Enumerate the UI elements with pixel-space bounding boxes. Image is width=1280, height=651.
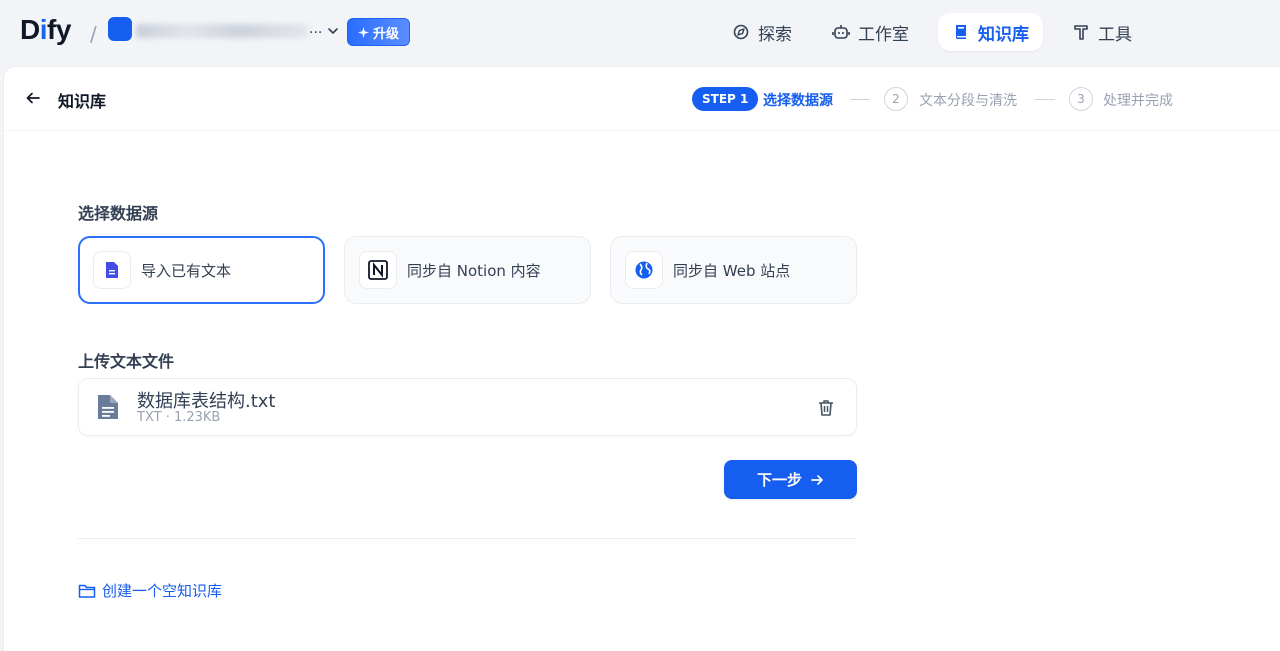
arrow-right-icon [811,474,823,485]
nav-studio[interactable]: 工作室 [818,13,923,51]
step-connector [850,99,870,100]
datasource-import-text[interactable]: 导入已有文本 [78,236,325,304]
datasource-web[interactable]: 同步自 Web 站点 [610,236,857,304]
step-3-number: 3 [1069,87,1093,111]
create-empty-knowledge-link[interactable]: 创建一个空知识库 [78,580,222,601]
upgrade-label: 升级 [373,26,400,42]
robot-icon [832,25,850,39]
nav-label: 工具 [1098,24,1132,45]
dify-logo[interactable]: Dify [20,14,71,46]
notion-icon [359,251,397,289]
page-title: 知识库 [58,92,107,111]
step-3-label: 处理并完成 [1103,93,1173,109]
uploaded-file-item[interactable]: 数据库表结构.txt TXT · 1.23KB [78,378,857,436]
trash-icon[interactable] [816,398,836,418]
page-header: 知识库 STEP 1 选择数据源 2 文本分段与清洗 3 处理并完成 [4,67,1280,131]
sparkle-icon [358,26,369,38]
step-connector [1035,99,1055,100]
upload-section-title: 上传文本文件 [78,352,175,371]
workspace-separator: / [90,22,97,46]
nav-explore[interactable]: 探索 [718,13,806,51]
create-empty-knowledge-label: 创建一个空知识库 [102,582,223,600]
document-icon [98,395,118,419]
workspace-name-ellipsis: ... [309,21,323,37]
datasource-notion[interactable]: 同步自 Notion 内容 [344,236,591,304]
next-step-label: 下一步 [756,471,802,489]
nav-label: 知识库 [978,24,1029,45]
upgrade-button[interactable]: 升级 [347,18,411,46]
hammer-icon [1074,25,1088,40]
step-2-label: 文本分段与清洗 [919,93,1017,109]
content-panel: 知识库 STEP 1 选择数据源 2 文本分段与清洗 3 处理并完成 选择数据源… [3,66,1280,651]
file-text-icon [93,251,131,289]
datasource-section-title: 选择数据源 [78,204,159,223]
top-navigation: Dify / ... 升级 探索 工作室 知识库 工具 [0,0,1280,66]
step-1-badge: STEP 1 [692,87,759,111]
nav-label: 探索 [758,24,792,45]
nav-tools[interactable]: 工具 [1058,13,1146,51]
file-meta: TXT · 1.23KB [137,410,221,425]
next-step-button[interactable]: 下一步 [724,460,857,499]
workspace-name-blurred[interactable] [136,24,308,38]
chevron-down-icon[interactable] [326,24,340,38]
step-2-number: 2 [884,87,908,111]
workspace-avatar[interactable] [108,17,132,41]
nav-label: 工作室 [858,24,909,45]
compass-icon [733,24,749,40]
datasource-label: 导入已有文本 [141,261,232,280]
datasource-label: 同步自 Notion 内容 [407,261,541,280]
back-arrow-icon[interactable] [24,89,42,107]
globe-icon [625,251,663,289]
divider [78,538,857,539]
nav-knowledge[interactable]: 知识库 [938,13,1043,51]
logo-text: Dify [20,14,71,45]
folder-icon [78,584,96,598]
step-1-label: 选择数据源 [763,93,833,109]
datasource-label: 同步自 Web 站点 [673,261,791,280]
book-icon [955,25,966,39]
